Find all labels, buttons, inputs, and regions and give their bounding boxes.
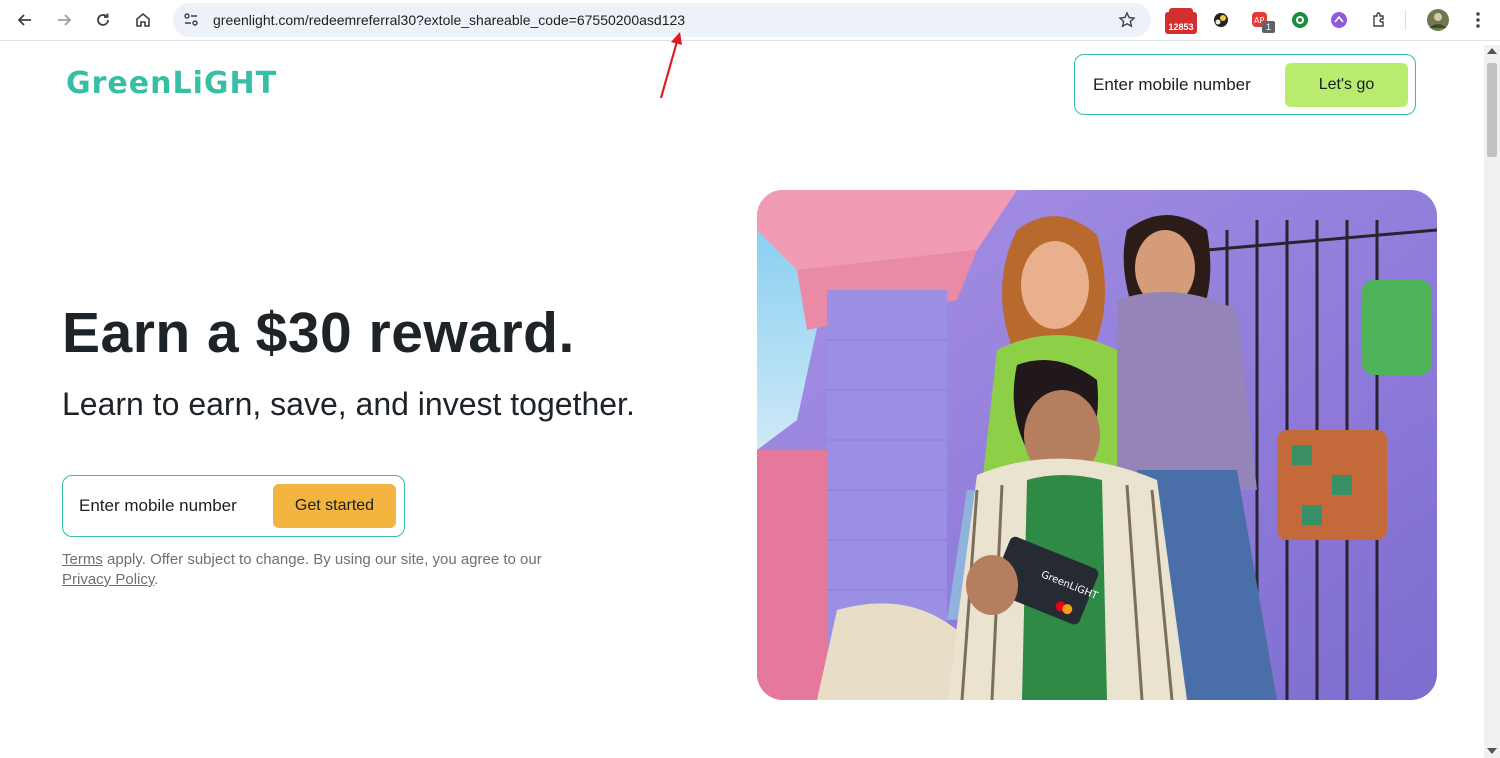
- greenlight-logo[interactable]: GreenLiGHT: [66, 66, 277, 101]
- legal-disclaimer: Terms apply. Offer subject to change. By…: [62, 550, 582, 590]
- toolbar-divider: [1405, 10, 1406, 30]
- terms-link[interactable]: Terms: [62, 551, 103, 568]
- lets-go-button[interactable]: Let's go: [1285, 63, 1408, 107]
- back-icon: [17, 14, 31, 26]
- forward-icon: [58, 14, 72, 26]
- forward-button[interactable]: [50, 6, 78, 34]
- home-icon: [136, 12, 150, 27]
- scroll-thumb[interactable]: [1487, 63, 1497, 157]
- annotation-arrow: [659, 32, 682, 99]
- privacy-policy-link[interactable]: Privacy Policy: [62, 571, 154, 588]
- scroll-up-arrow[interactable]: [1487, 48, 1497, 54]
- color-extension-icon[interactable]: [1209, 8, 1233, 32]
- hero-headline: Earn a $30 reward.: [62, 301, 575, 365]
- scroll-down-arrow[interactable]: [1487, 748, 1497, 754]
- purple-extension-icon[interactable]: [1327, 8, 1351, 32]
- green-extension-icon[interactable]: [1288, 8, 1312, 32]
- profile-avatar[interactable]: [1426, 8, 1450, 32]
- browser-toolbar: greenlight.com/redeemreferral30?extole_s…: [0, 0, 1500, 41]
- reload-icon: [97, 13, 109, 26]
- menu-icon[interactable]: [1466, 8, 1490, 32]
- star-icon[interactable]: [1117, 10, 1137, 30]
- extension-badge-count: 12853: [1168, 22, 1194, 32]
- legal-text: apply. Offer subject to change. By using…: [102, 551, 542, 568]
- home-button[interactable]: [129, 6, 157, 34]
- reload-button[interactable]: [89, 6, 117, 34]
- get-started-button[interactable]: Get started: [273, 484, 396, 528]
- extensions-icon[interactable]: [1367, 8, 1391, 32]
- hero-mobile-input[interactable]: Enter mobile number: [79, 496, 237, 516]
- header-mobile-input[interactable]: Enter mobile number: [1093, 75, 1251, 95]
- hero-photo: GreenLiGHT: [757, 190, 1437, 700]
- site-info-icon[interactable]: [181, 10, 201, 30]
- hero-subheadline: Learn to earn, save, and invest together…: [62, 386, 635, 422]
- page-scrollbar[interactable]: [1484, 45, 1500, 758]
- back-button[interactable]: [11, 6, 39, 34]
- url-text[interactable]: greenlight.com/redeemreferral30?extole_s…: [213, 12, 685, 28]
- hero-signup-form: Enter mobile number Get started: [62, 475, 405, 537]
- header-signup-form: Enter mobile number Let's go: [1074, 54, 1416, 115]
- legal-text-end: .: [154, 571, 159, 588]
- calendar-extension-icon[interactable]: 12853: [1165, 8, 1197, 34]
- extension-small-badge: 1: [1262, 21, 1275, 33]
- hero-illustration: GreenLiGHT: [757, 190, 1437, 700]
